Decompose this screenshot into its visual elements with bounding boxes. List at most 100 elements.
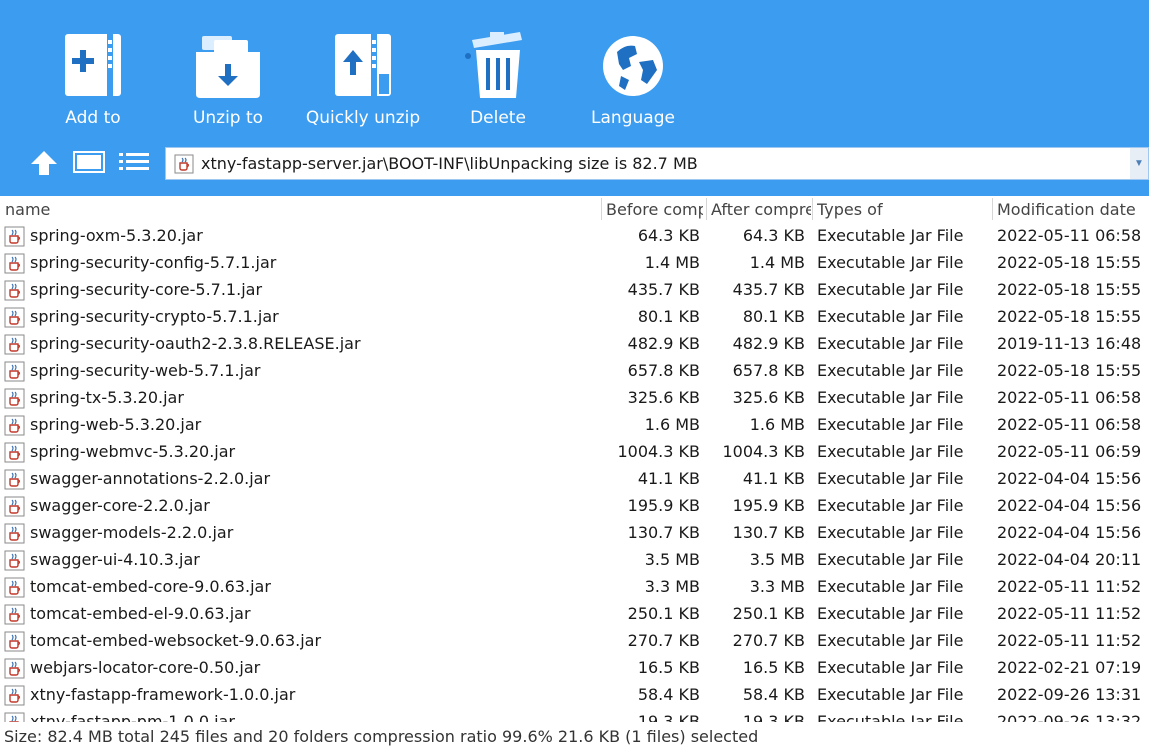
table-row[interactable]: spring-security-crypto-5.7.1.jar 80.1 KB 8… [0,304,1149,331]
file-name: spring-security-web-5.7.1.jar [30,361,261,380]
table-row[interactable]: spring-web-5.3.20.jar 1.6 MB 1.6 MB Executa… [0,412,1149,439]
file-type: Executable Jar File [817,442,964,461]
size-before: 657.8 KB [627,361,700,380]
table-row[interactable]: xtny-fastapp-pm-1.0.0.jar 19.3 KB 19.3 KB E… [0,709,1149,722]
path-text: xtny-fastapp-server.jar\BOOT-INF\libUnpa… [201,154,698,173]
modification-date: 2022-04-04 15:56 [997,469,1142,488]
size-before: 250.1 KB [627,604,700,623]
modification-date: 2022-05-11 11:52 [997,631,1142,650]
file-name: tomcat-embed-el-9.0.63.jar [30,604,251,623]
size-before: 1.6 MB [644,415,700,434]
thumbnail-view-icon[interactable] [73,151,105,173]
size-before: 435.7 KB [627,280,700,299]
column-name[interactable]: name [5,200,595,219]
jar-file-icon [4,496,25,517]
column-after-compression[interactable]: After compression [711,200,811,219]
modification-date: 2022-05-11 11:52 [997,604,1142,623]
language-button[interactable]: Language [568,30,698,130]
table-row[interactable]: spring-oxm-5.3.20.jar 64.3 KB 64.3 KB Execu… [0,223,1149,250]
modification-date: 2022-04-04 20:11 [997,550,1142,569]
jar-file-icon [4,388,25,409]
jar-file-icon [4,280,25,301]
table-row[interactable]: spring-security-config-5.7.1.jar 1.4 MB 1.… [0,250,1149,277]
modification-date: 2022-05-11 06:58 [997,415,1142,434]
delete-button[interactable]: Delete [433,30,563,130]
size-after: 195.9 KB [732,496,805,515]
jar-file-icon [4,307,25,328]
file-type: Executable Jar File [817,415,964,434]
quickly-unzip-label: Quickly unzip [305,108,421,128]
modification-date: 2022-05-18 15:55 [997,307,1142,326]
up-arrow-icon[interactable] [30,150,58,176]
table-row[interactable]: swagger-models-2.2.0.jar 130.7 KB 130.7 KB… [0,520,1149,547]
size-after: 325.6 KB [732,388,805,407]
unzip-to-button[interactable]: Unzip to [163,30,293,130]
table-row[interactable]: tomcat-embed-core-9.0.63.jar 3.3 MB 3.3 MB… [0,574,1149,601]
modification-date: 2022-05-11 11:52 [997,577,1142,596]
path-bar[interactable]: xtny-fastapp-server.jar\BOOT-INF\libUnpa… [165,147,1149,180]
table-row[interactable]: spring-tx-5.3.20.jar 325.6 KB 325.6 KB Exec… [0,385,1149,412]
table-row[interactable]: swagger-annotations-2.2.0.jar 41.1 KB 41.1… [0,466,1149,493]
table-row[interactable]: tomcat-embed-websocket-9.0.63.jar 270.7 K… [0,628,1149,655]
file-type: Executable Jar File [817,361,964,380]
size-after: 41.1 KB [742,469,805,488]
size-after: 270.7 KB [732,631,805,650]
jar-file-icon [4,658,25,679]
table-row[interactable]: spring-webmvc-5.3.20.jar 1004.3 KB 1004.3 … [0,439,1149,466]
file-name: swagger-models-2.2.0.jar [30,523,234,542]
size-before: 58.4 KB [637,685,700,704]
add-to-label: Add to [65,108,121,128]
file-type: Executable Jar File [817,388,964,407]
add-to-button[interactable]: Add to [28,30,158,130]
table-row[interactable]: swagger-ui-4.10.3.jar 3.5 MB 3.5 MB Executa… [0,547,1149,574]
file-name: spring-tx-5.3.20.jar [30,388,184,407]
table-row[interactable]: webjars-locator-core-0.50.jar 16.5 KB 16.5… [0,655,1149,682]
modification-date: 2019-11-13 16:48 [997,334,1142,353]
table-row[interactable]: spring-security-oauth2-2.3.8.RELEASE.jar… [0,331,1149,358]
jar-file-icon [4,685,25,706]
size-before: 482.9 KB [627,334,700,353]
file-name: spring-security-crypto-5.7.1.jar [30,307,279,326]
size-before: 3.3 MB [644,577,700,596]
chevron-down-icon: ▼ [1134,158,1144,169]
size-after: 19.3 KB [742,712,805,722]
size-before: 325.6 KB [627,388,700,407]
modification-date: 2022-09-26 13:32 [997,712,1142,722]
jar-file-icon [4,334,25,355]
table-row[interactable]: swagger-core-2.2.0.jar 195.9 KB 195.9 KB Ex… [0,493,1149,520]
size-before: 1004.3 KB [617,442,700,461]
table-row[interactable]: spring-security-core-5.7.1.jar 435.7 KB 43… [0,277,1149,304]
table-row[interactable]: xtny-fastapp-framework-1.0.0.jar 58.4 KB 5… [0,682,1149,709]
table-row[interactable]: spring-security-web-5.7.1.jar 657.8 KB 657… [0,358,1149,385]
jar-file-icon [4,631,25,652]
column-type[interactable]: Types of [817,200,989,219]
column-modification-date[interactable]: Modification date [997,200,1149,219]
toolbar: Add to Unzip to Quickly unzip Delete Lan… [0,0,1149,196]
trash-icon [465,32,522,98]
list-view-icon[interactable] [118,151,150,173]
column-before-compression[interactable]: Before compression [606,200,703,219]
path-dropdown-button[interactable]: ▼ [1130,148,1148,179]
quickly-unzip-button[interactable]: Quickly unzip [298,30,428,130]
file-type: Executable Jar File [817,631,964,650]
size-after: 435.7 KB [732,280,805,299]
file-type: Executable Jar File [817,307,964,326]
file-type: Executable Jar File [817,496,964,515]
size-after: 250.1 KB [732,604,805,623]
jar-file-icon [4,712,25,722]
table-row[interactable]: tomcat-embed-el-9.0.63.jar 250.1 KB 250.1 … [0,601,1149,628]
column-divider[interactable] [992,198,993,220]
column-divider[interactable] [706,198,707,220]
jar-file-icon [4,442,25,463]
file-name: spring-oxm-5.3.20.jar [30,226,203,245]
file-name: tomcat-embed-core-9.0.63.jar [30,577,271,596]
column-divider[interactable] [601,198,602,220]
file-name: spring-security-oauth2-2.3.8.RELEASE.jar [30,334,361,353]
file-name: spring-security-config-5.7.1.jar [30,253,277,272]
column-divider[interactable] [812,198,813,220]
file-name: spring-web-5.3.20.jar [30,415,202,434]
size-after: 58.4 KB [742,685,805,704]
modification-date: 2022-04-04 15:56 [997,496,1142,515]
status-bar: Size: 82.4 MB total 245 files and 20 fol… [0,722,1149,752]
modification-date: 2022-09-26 13:31 [997,685,1142,704]
